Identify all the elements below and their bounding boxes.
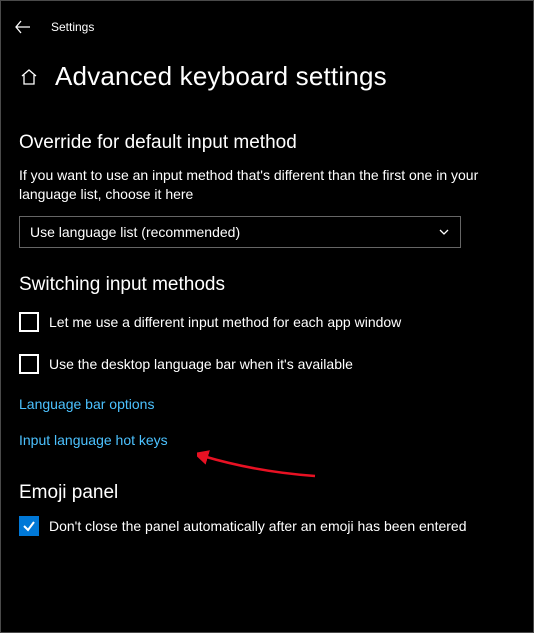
override-heading: Override for default input method	[19, 132, 515, 154]
topbar: Settings	[1, 1, 533, 41]
emoji-autoclose-label: Don't close the panel automatically afte…	[49, 518, 466, 534]
language-bar-options-link[interactable]: Language bar options	[19, 396, 515, 412]
page-title: Advanced keyboard settings	[55, 61, 387, 92]
home-icon[interactable]	[19, 67, 39, 87]
back-icon[interactable]	[15, 19, 31, 35]
settings-window: Settings Advanced keyboard settings Over…	[0, 0, 534, 633]
chevron-down-icon	[438, 226, 450, 238]
per-app-input-label: Let me use a different input method for …	[49, 314, 401, 330]
settings-label: Settings	[51, 20, 94, 34]
desktop-lang-bar-label: Use the desktop language bar when it's a…	[49, 356, 353, 372]
header: Advanced keyboard settings	[1, 41, 533, 102]
dropdown-value: Use language list (recommended)	[30, 224, 240, 240]
input-language-hotkeys-link[interactable]: Input language hot keys	[19, 432, 515, 448]
emoji-autoclose-row: Don't close the panel automatically afte…	[19, 516, 515, 536]
per-app-input-row: Let me use a different input method for …	[19, 312, 515, 332]
override-description: If you want to use an input method that'…	[19, 166, 489, 204]
default-input-method-dropdown[interactable]: Use language list (recommended)	[19, 216, 461, 248]
switching-heading: Switching input methods	[19, 274, 515, 296]
emoji-heading: Emoji panel	[19, 482, 515, 504]
desktop-lang-bar-row: Use the desktop language bar when it's a…	[19, 354, 515, 374]
desktop-lang-bar-checkbox[interactable]	[19, 354, 39, 374]
per-app-input-checkbox[interactable]	[19, 312, 39, 332]
content: Override for default input method If you…	[1, 102, 533, 536]
emoji-autoclose-checkbox[interactable]	[19, 516, 39, 536]
